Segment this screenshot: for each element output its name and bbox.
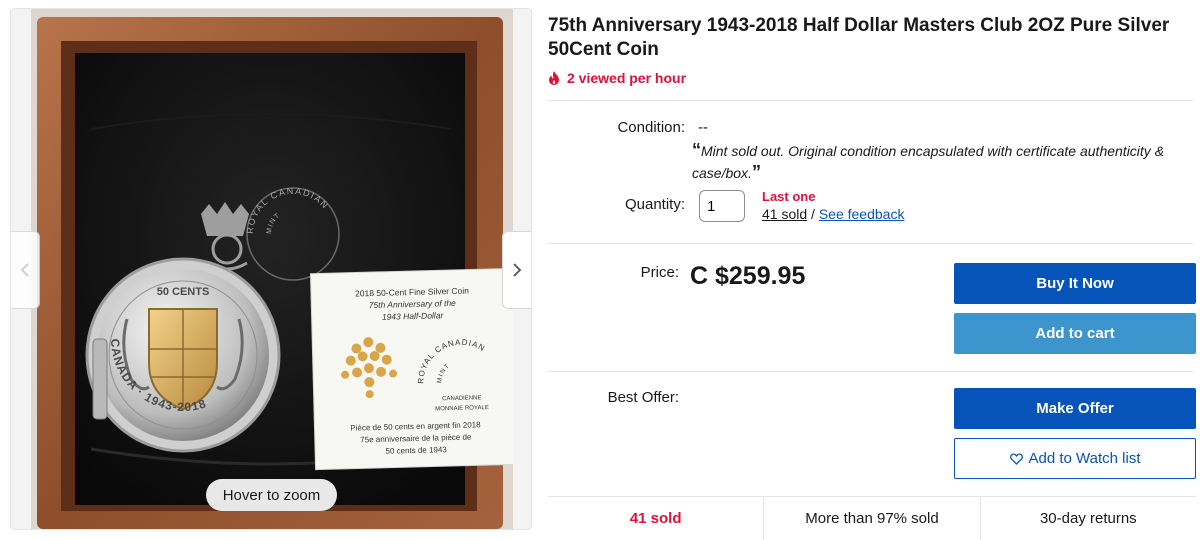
hover-to-zoom-hint: Hover to zoom: [206, 479, 337, 511]
price-label: Price:: [640, 264, 679, 281]
image-viewer[interactable]: ROYAL CANADIAN MINT 50 CENTS CANADA · 19…: [10, 8, 532, 530]
sold-count-stat: 41 sold: [548, 497, 765, 540]
next-image-button[interactable]: [502, 231, 531, 309]
views-per-hour: 2 viewed per hour: [548, 70, 686, 86]
listing-title: 75th Anniversary 1943-2018 Half Dollar M…: [548, 15, 1170, 60]
views-per-hour-text: 2 viewed per hour: [567, 70, 687, 86]
flame-icon: [549, 71, 559, 85]
returns-stat: 30-day returns: [1039, 510, 1137, 527]
add-to-cart-button[interactable]: Add to cart: [954, 313, 1196, 354]
svg-text:50 CENTS: 50 CENTS: [157, 286, 210, 298]
listing-stats-bar: 41 sold More than 97% sold 30-day return…: [548, 496, 1196, 540]
heart-icon: [1009, 452, 1023, 465]
price-value: C $259.95: [690, 262, 806, 290]
sold-feedback-line: 41 sold / See feedback: [762, 206, 904, 222]
condition-value: --: [698, 119, 708, 136]
condition-note: “Mint sold out. Original condition encap…: [692, 140, 1197, 184]
condition-note-text: Mint sold out. Original condition encaps…: [692, 143, 1165, 181]
see-feedback-link[interactable]: See feedback: [819, 206, 905, 222]
sold-count-link[interactable]: 41 sold: [762, 206, 807, 222]
buy-it-now-button[interactable]: Buy It Now: [954, 263, 1196, 304]
best-offer-label: Best Offer:: [607, 389, 679, 406]
svg-text:CANADIENNE: CANADIENNE: [442, 395, 481, 402]
divider: [548, 243, 1193, 244]
quantity-label: Quantity:: [624, 196, 685, 213]
add-to-watch-list-button[interactable]: Add to Watch list: [954, 438, 1196, 479]
close-quote: ”: [751, 162, 761, 182]
svg-text:50 cents de 1943: 50 cents de 1943: [385, 445, 447, 456]
condition-label: Condition:: [617, 119, 685, 136]
svg-text:1943 Half-Dollar: 1943 Half-Dollar: [382, 310, 445, 322]
previous-image-button[interactable]: [11, 231, 40, 309]
open-quote: “: [692, 140, 701, 160]
chevron-left-icon: [20, 263, 29, 277]
make-offer-button[interactable]: Make Offer: [954, 388, 1196, 429]
stock-status: Last one: [762, 189, 816, 204]
watch-list-label: Add to Watch list: [1028, 450, 1141, 467]
percent-sold-stat: More than 97% sold: [764, 497, 981, 540]
chevron-right-icon: [513, 263, 522, 277]
quantity-input[interactable]: [699, 190, 745, 222]
separator: /: [807, 206, 819, 222]
divider: [548, 100, 1193, 101]
divider: [548, 371, 1193, 372]
product-photo[interactable]: ROYAL CANADIAN MINT 50 CENTS CANADA · 19…: [31, 9, 513, 529]
